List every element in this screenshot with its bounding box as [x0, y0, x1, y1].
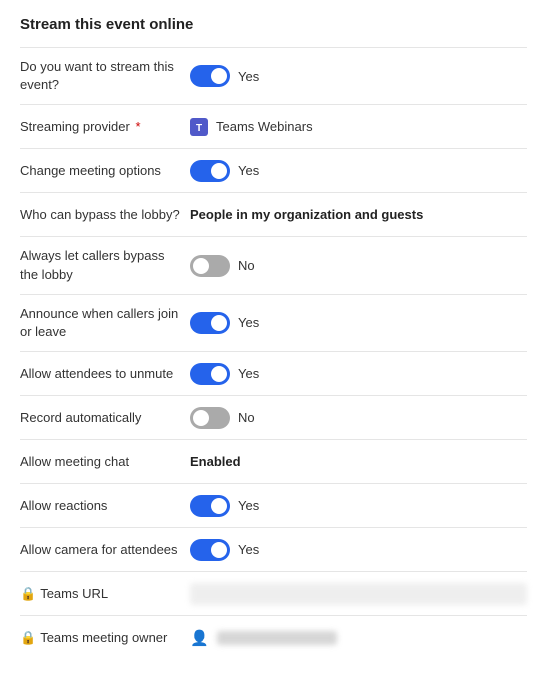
text-stream-event: Yes [238, 69, 259, 84]
toggle-announce-callers[interactable] [190, 312, 230, 334]
page-title: Stream this event online [20, 16, 527, 33]
row-change-meeting: Change meeting options Yes [20, 148, 527, 192]
teams-owner-label-group: 🔒 Teams meeting owner [20, 629, 180, 647]
toggle-record-auto[interactable] [190, 407, 230, 429]
row-record-auto: Record automatically No [20, 395, 527, 439]
text-announce-callers: Yes [238, 315, 259, 330]
row-allow-unmute: Allow attendees to unmute Yes [20, 351, 527, 395]
text-allow-reactions: Yes [238, 498, 259, 513]
toggle-stream-event[interactable] [190, 65, 230, 87]
text-change-meeting: Yes [238, 163, 259, 178]
value-bypass-lobby: People in my organization and guests [190, 207, 527, 222]
text-allow-camera: Yes [238, 542, 259, 557]
toggle-change-meeting[interactable] [190, 160, 230, 182]
teams-url-label-text: Teams URL [40, 585, 108, 603]
teams-url-value [190, 583, 527, 605]
row-streaming-provider: Streaming provider * T Teams Webinars [20, 104, 527, 148]
value-streaming-provider: T Teams Webinars [190, 118, 527, 136]
label-streaming-provider: Streaming provider * [20, 118, 190, 136]
label-bypass-lobby: Who can bypass the lobby? [20, 206, 190, 224]
value-allow-reactions: Yes [190, 495, 527, 517]
toggle-allow-reactions[interactable] [190, 495, 230, 517]
label-allow-reactions: Allow reactions [20, 497, 190, 515]
text-meeting-chat: Enabled [190, 454, 241, 469]
lock-icon-owner: 🔒 [20, 629, 36, 647]
text-bypass-lobby: People in my organization and guests [190, 207, 423, 222]
label-teams-owner: 🔒 Teams meeting owner [20, 629, 190, 647]
value-allow-unmute: Yes [190, 363, 527, 385]
label-allow-unmute: Allow attendees to unmute [20, 365, 190, 383]
teams-owner-value [217, 631, 337, 645]
label-announce-callers: Announce when callers join or leave [20, 305, 190, 341]
text-allow-unmute: Yes [238, 366, 259, 381]
row-teams-url: 🔒 Teams URL [20, 571, 527, 615]
row-stream-event: Do you want to stream this event? Yes [20, 47, 527, 104]
row-announce-callers: Announce when callers join or leave Yes [20, 294, 527, 351]
row-teams-owner: 🔒 Teams meeting owner 👤 [20, 615, 527, 659]
value-meeting-chat: Enabled [190, 454, 527, 469]
row-bypass-lobby: Who can bypass the lobby? People in my o… [20, 192, 527, 236]
label-callers-bypass: Always let callers bypass the lobby [20, 247, 190, 283]
value-stream-event: Yes [190, 65, 527, 87]
teams-provider-icon: T [190, 118, 208, 136]
svg-text:T: T [196, 123, 202, 134]
label-allow-camera: Allow camera for attendees [20, 541, 190, 559]
row-allow-reactions: Allow reactions Yes [20, 483, 527, 527]
row-meeting-chat: Allow meeting chat Enabled [20, 439, 527, 483]
value-callers-bypass: No [190, 255, 527, 277]
toggle-allow-unmute[interactable] [190, 363, 230, 385]
person-icon: 👤 [190, 629, 209, 647]
teams-owner-label-text: Teams meeting owner [40, 629, 167, 647]
text-streaming-provider: Teams Webinars [216, 119, 313, 134]
row-callers-bypass: Always let callers bypass the lobby No [20, 236, 527, 293]
label-meeting-chat: Allow meeting chat [20, 453, 190, 471]
value-change-meeting: Yes [190, 160, 527, 182]
label-record-auto: Record automatically [20, 409, 190, 427]
value-teams-owner: 👤 [190, 629, 527, 647]
value-teams-url [190, 583, 527, 605]
required-star: * [135, 119, 140, 134]
label-change-meeting: Change meeting options [20, 162, 190, 180]
toggle-callers-bypass[interactable] [190, 255, 230, 277]
value-record-auto: No [190, 407, 527, 429]
label-stream-event: Do you want to stream this event? [20, 58, 190, 94]
lock-icon-url: 🔒 [20, 585, 36, 603]
value-announce-callers: Yes [190, 312, 527, 334]
main-container: Stream this event online Do you want to … [0, 0, 547, 675]
text-record-auto: No [238, 410, 255, 425]
row-allow-camera: Allow camera for attendees Yes [20, 527, 527, 571]
teams-url-label-group: 🔒 Teams URL [20, 585, 180, 603]
label-teams-url: 🔒 Teams URL [20, 585, 190, 603]
text-callers-bypass: No [238, 258, 255, 273]
